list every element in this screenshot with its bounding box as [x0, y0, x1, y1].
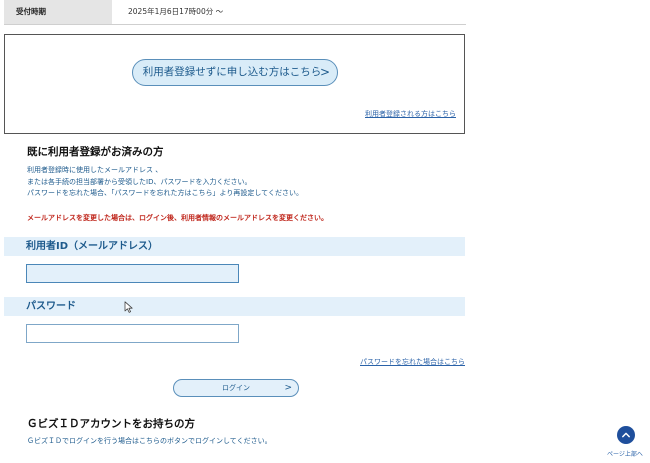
register-user-link[interactable]: 利用者登録される方はこちら — [365, 109, 456, 119]
reception-period-row: 受付時期 2025年1月6日17時00分 ～ — [4, 0, 466, 25]
apply-button-label: 利用者登録せずに申し込む方はこちら — [142, 66, 322, 78]
email-field-header: 利用者ID（メールアドレス） — [4, 237, 465, 256]
registered-users-title: 既に利用者登録がお済みの方 — [27, 146, 164, 158]
guest-apply-panel: 利用者登録せずに申し込む方はこちら > 利用者登録される方はこちら — [4, 34, 465, 134]
password-input[interactable] — [26, 324, 239, 343]
email-change-warning: メールアドレスを変更した場合は、ログイン後、利用者情報のメールアドレスを変更くだ… — [27, 214, 328, 222]
chevron-right-icon: > — [319, 65, 330, 79]
reception-period-value: 2025年1月6日17時00分 ～ — [128, 7, 224, 16]
email-field-label: 利用者ID（メールアドレス） — [26, 241, 159, 252]
login-button-label: ログイン — [222, 384, 250, 392]
email-input[interactable] — [26, 264, 239, 283]
page-top-label[interactable]: ページ上部へ — [607, 449, 643, 458]
gbizid-description: ＧビズＩＤでログインを行う場合はこちらのボタンでログインしてください。 — [27, 437, 272, 445]
login-button[interactable]: ログイン > — [173, 379, 299, 397]
apply-without-registration-button[interactable]: 利用者登録せずに申し込む方はこちら > — [132, 59, 338, 86]
description-line: または各手続の担当部署から受領したID、パスワードを入力ください。 — [27, 177, 252, 186]
password-field-label: パスワード — [26, 301, 76, 312]
forgot-password-link[interactable]: パスワードを忘れた場合はこちら — [360, 357, 465, 367]
gbizid-title: ＧビズＩＤアカウントをお持ちの方 — [27, 418, 195, 430]
password-field-header: パスワード — [4, 297, 465, 316]
page-top-button[interactable] — [617, 426, 635, 444]
chevron-up-icon — [622, 432, 630, 438]
chevron-right-icon: > — [284, 383, 292, 393]
registered-users-description: 利用者登録時に使用したメールアドレス 、 または各手続の担当部署から受領したID… — [27, 165, 303, 200]
mouse-cursor-icon — [124, 301, 133, 313]
description-line: パスワードを忘れた場合、「パスワードを忘れた方はこちら」より再設定してください。 — [27, 189, 303, 197]
reception-period-label: 受付時期 — [4, 0, 112, 24]
description-line: 利用者登録時に使用したメールアドレス 、 — [27, 166, 163, 174]
